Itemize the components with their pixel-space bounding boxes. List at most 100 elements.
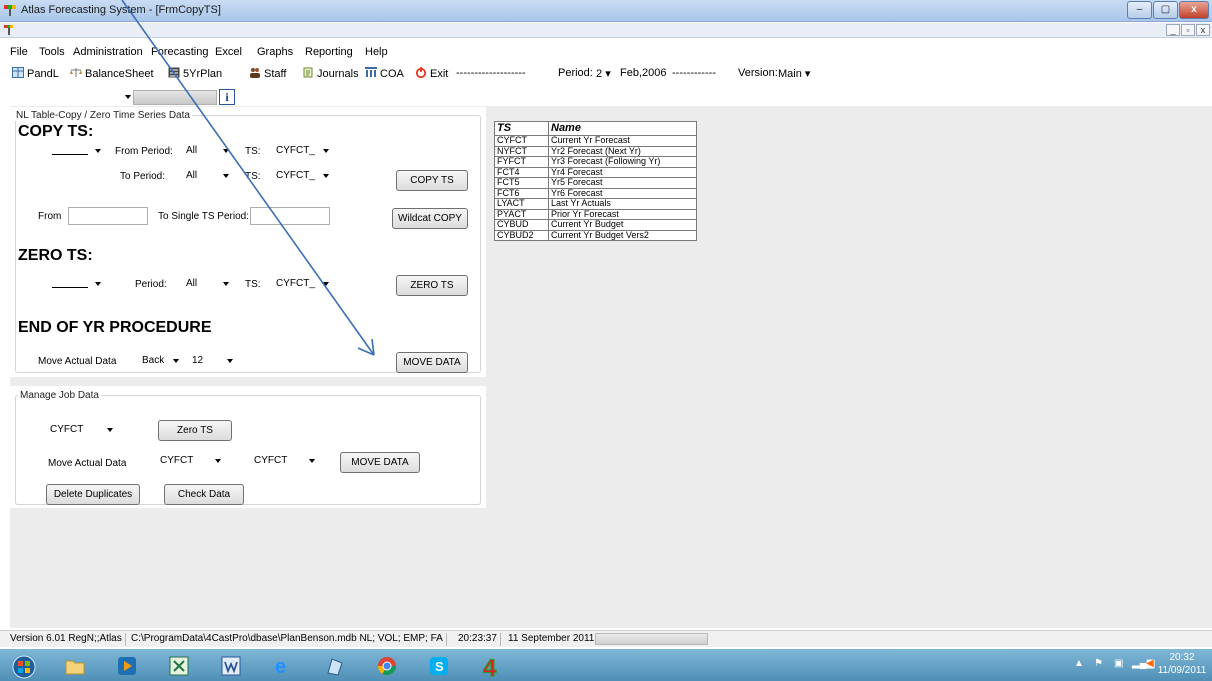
chevron-down-icon bbox=[95, 149, 101, 153]
ts-code: CYBUD bbox=[494, 219, 549, 231]
ts-code: LYACT bbox=[494, 198, 549, 210]
mdi-close-button[interactable]: x bbox=[1196, 24, 1210, 36]
mdi-child-strip: _ ▫ x bbox=[0, 23, 1212, 38]
toolbar-separator-2: ------------ bbox=[672, 67, 716, 79]
clock-time: 20:32 bbox=[1169, 652, 1195, 663]
menu-forecasting[interactable]: Forecasting bbox=[151, 46, 208, 58]
tray-flag-icon[interactable]: ⚑ bbox=[1094, 658, 1103, 669]
info-icon[interactable]: i bbox=[219, 89, 235, 105]
from-input[interactable] bbox=[68, 207, 148, 225]
to-single-ts-period-input[interactable] bbox=[250, 207, 330, 225]
media-player-icon bbox=[118, 657, 136, 675]
to-ts-dropdown[interactable]: CYFCT_ bbox=[272, 167, 332, 185]
job-ts-dropdown[interactable]: CYFCT bbox=[46, 421, 116, 439]
version-dropdown[interactable]: Main ▾ bbox=[778, 67, 810, 80]
ts-table-header-row: TS Name bbox=[494, 121, 697, 136]
toolbar-exit-button[interactable]: Exit bbox=[415, 67, 448, 80]
zero-ts-heading: ZERO TS: bbox=[18, 247, 93, 264]
taskbar-excel[interactable] bbox=[160, 651, 198, 679]
zero-type-dropdown[interactable] bbox=[48, 275, 104, 293]
tray-volume-icon[interactable]: ◀ bbox=[1146, 658, 1154, 669]
period-dropdown[interactable]: 2 ▾ bbox=[596, 67, 611, 80]
menu-administration[interactable]: Administration bbox=[73, 46, 143, 58]
mdi-restore-button[interactable]: ▫ bbox=[1181, 24, 1195, 36]
toolbar-pandl-button[interactable]: PandL bbox=[12, 67, 59, 80]
job-move-from-dropdown[interactable]: CYFCT bbox=[156, 452, 224, 470]
from-ts-dropdown[interactable]: CYFCT_ bbox=[272, 142, 332, 160]
menu-help[interactable]: Help bbox=[365, 46, 388, 58]
internet-explorer-icon: e bbox=[275, 656, 286, 677]
pen-icon bbox=[327, 658, 343, 676]
move-actual-data-label: Move Actual Data bbox=[38, 356, 117, 367]
start-button[interactable] bbox=[4, 651, 42, 679]
taskbar: e S 4 ▲ ⚑ ▣ ▂▄▆ ◀ 20:32 11/09/2011 bbox=[0, 649, 1212, 681]
copy-ts-button[interactable]: COPY TS bbox=[396, 170, 468, 191]
chevron-down-icon bbox=[227, 359, 233, 363]
scales-icon bbox=[70, 68, 82, 77]
table-row: LYACT Last Yr Actuals bbox=[494, 198, 697, 210]
toolbar: PandL BalanceSheet 5YrPlan Staff Journal… bbox=[0, 64, 1212, 84]
child-window-icon[interactable] bbox=[3, 24, 15, 36]
table-row: CYFCT Current Yr Forecast bbox=[494, 135, 697, 147]
zero-ts-dropdown[interactable]: CYFCT_ bbox=[272, 275, 332, 293]
ts-code: NYFCT bbox=[494, 145, 549, 157]
from-ts-value: CYFCT_ bbox=[276, 145, 315, 156]
taskbar-app-pen[interactable] bbox=[316, 651, 354, 679]
close-button[interactable]: x bbox=[1179, 1, 1209, 19]
end-of-year-heading: END OF YR PROCEDURE bbox=[18, 319, 212, 336]
toolbar-journals-label: Journals bbox=[317, 68, 359, 80]
minimize-button[interactable]: – bbox=[1127, 1, 1152, 19]
move-data-button[interactable]: MOVE DATA bbox=[396, 352, 468, 373]
taskbar-explorer[interactable] bbox=[56, 651, 94, 679]
move-direction-dropdown[interactable]: Back bbox=[138, 352, 182, 370]
toolbar-5yrplan-button[interactable]: 5YrPlan bbox=[168, 67, 222, 80]
underline bbox=[52, 287, 88, 288]
menu-file[interactable]: File bbox=[10, 46, 28, 58]
power-icon bbox=[415, 67, 427, 78]
copy-type-dropdown[interactable] bbox=[48, 142, 104, 160]
ts-code: FYFCT bbox=[494, 156, 549, 168]
menu-reporting[interactable]: Reporting bbox=[305, 46, 353, 58]
toolbar-staff-label: Staff bbox=[264, 68, 287, 80]
taskbar-4castpro[interactable]: 4 bbox=[472, 651, 510, 679]
to-single-ts-period-label: To Single TS Period: bbox=[158, 211, 249, 222]
zero-period-dropdown[interactable]: All bbox=[182, 275, 232, 293]
taskbar-media-player[interactable] bbox=[108, 651, 146, 679]
chevron-down-icon bbox=[173, 359, 179, 363]
wildcat-copy-button[interactable]: Wildcat COPY bbox=[392, 208, 468, 229]
to-ts-value: CYFCT_ bbox=[276, 170, 315, 181]
toolbar-staff-button[interactable]: Staff bbox=[249, 67, 286, 80]
toolbar-balancesheet-button[interactable]: BalanceSheet bbox=[70, 67, 154, 80]
taskbar-skype[interactable]: S bbox=[420, 651, 458, 679]
taskbar-chrome[interactable] bbox=[368, 651, 406, 679]
menu-tools[interactable]: Tools bbox=[39, 46, 65, 58]
ts-name: Current Yr Forecast bbox=[548, 135, 697, 147]
move-count-dropdown[interactable]: 12 bbox=[188, 352, 236, 370]
tray-show-hidden-icon[interactable]: ▲ bbox=[1074, 658, 1084, 669]
toolbar-coa-label: COA bbox=[380, 68, 404, 80]
chevron-down-icon bbox=[323, 174, 329, 178]
from-period-dropdown[interactable]: All bbox=[182, 142, 232, 160]
mdi-minimize-button[interactable]: _ bbox=[1166, 24, 1180, 36]
taskbar-clock[interactable]: 20:32 11/09/2011 bbox=[1156, 651, 1208, 677]
chevron-down-icon bbox=[309, 459, 315, 463]
toolbar-journals-button[interactable]: Journals bbox=[302, 67, 359, 80]
job-zero-ts-button[interactable]: Zero TS bbox=[158, 420, 232, 441]
ts-name: Current Yr Budget Vers2 bbox=[548, 229, 697, 241]
zero-ts-button[interactable]: ZERO TS bbox=[396, 275, 468, 296]
delete-duplicates-button[interactable]: Delete Duplicates bbox=[46, 484, 140, 505]
period-value: 2 bbox=[596, 68, 603, 80]
job-move-to-dropdown[interactable]: CYFCT bbox=[250, 452, 318, 470]
tray-display-icon[interactable]: ▣ bbox=[1114, 658, 1123, 669]
check-data-button[interactable]: Check Data bbox=[164, 484, 244, 505]
toolbar-coa-button[interactable]: COA bbox=[365, 67, 404, 80]
menu-graphs[interactable]: Graphs bbox=[257, 46, 293, 58]
window-title-bar[interactable]: Atlas Forecasting System - [FrmCopyTS] –… bbox=[0, 0, 1212, 22]
taskbar-word[interactable] bbox=[212, 651, 250, 679]
job-move-data-button[interactable]: MOVE DATA bbox=[340, 452, 420, 473]
menu-excel[interactable]: Excel bbox=[215, 46, 242, 58]
taskbar-internet-explorer[interactable]: e bbox=[264, 651, 302, 679]
top-dropdown[interactable] bbox=[10, 88, 134, 106]
maximize-button[interactable]: ▢ bbox=[1153, 1, 1178, 19]
to-period-dropdown[interactable]: All bbox=[182, 167, 232, 185]
